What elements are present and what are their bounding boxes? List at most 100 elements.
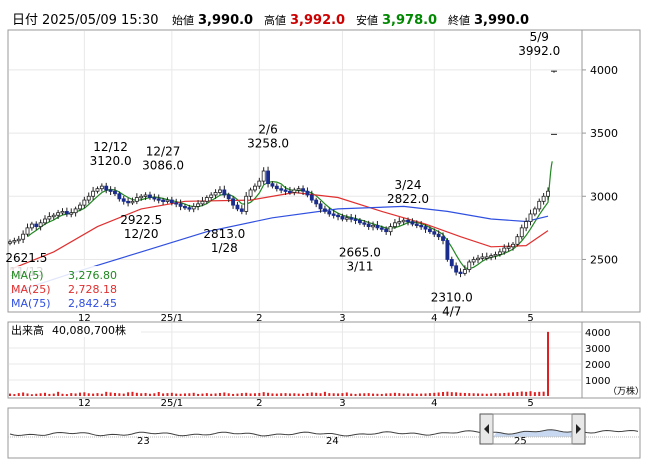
volume-x-tick-label: 25/1 xyxy=(161,398,183,409)
annotation-price: 2310.0 xyxy=(431,290,473,304)
candle-body xyxy=(371,224,375,228)
volume-tick-label: 4000 xyxy=(585,328,610,339)
candle xyxy=(467,259,472,273)
candle-body xyxy=(130,200,135,204)
candle xyxy=(174,198,179,208)
volume-bar xyxy=(140,393,143,396)
candle xyxy=(532,206,537,217)
volume-bar xyxy=(415,393,418,396)
volume-bar xyxy=(332,393,335,396)
candle-body xyxy=(357,219,362,224)
volume-tick-label: 3000 xyxy=(585,344,610,355)
date-label: 日付 xyxy=(12,13,38,28)
candle-body xyxy=(191,205,196,210)
candle-body xyxy=(414,223,419,226)
volume-x-tick-label: 5 xyxy=(527,398,533,409)
candle-body xyxy=(231,198,236,206)
candle-body xyxy=(117,193,122,200)
candle-body xyxy=(165,199,170,202)
volume-bar xyxy=(516,392,519,396)
volume-bar xyxy=(310,392,313,396)
volume-bar xyxy=(26,393,29,396)
candle xyxy=(134,193,139,205)
volume-bar xyxy=(315,392,318,396)
candle-body xyxy=(283,189,288,192)
volume-bar xyxy=(22,392,25,396)
candle-body xyxy=(296,188,301,191)
volume-x-tick-label: 12 xyxy=(78,398,91,409)
volume-bar xyxy=(450,392,453,396)
volume-bar xyxy=(372,393,375,396)
candle-body xyxy=(253,185,257,191)
volume-bar xyxy=(183,393,186,396)
volume-bar xyxy=(293,393,296,396)
volume-bar xyxy=(542,391,545,396)
candle-body xyxy=(349,217,354,220)
candle xyxy=(64,207,69,217)
candlesticks xyxy=(8,70,557,278)
candle xyxy=(528,209,533,226)
candle xyxy=(82,196,87,208)
volume-bar xyxy=(122,393,125,396)
candle-body xyxy=(148,194,152,198)
candle-body xyxy=(222,189,227,196)
volume-bar xyxy=(96,393,99,396)
volume-bar xyxy=(350,393,353,396)
candle-body xyxy=(143,194,148,197)
candle-body xyxy=(91,190,96,197)
volume-bar xyxy=(284,393,287,396)
candle xyxy=(248,187,253,201)
annotation-price: 2822.0 xyxy=(387,192,429,206)
overview-left-handle[interactable] xyxy=(479,413,494,445)
candle xyxy=(388,223,393,236)
volume-bar xyxy=(83,392,86,396)
ma-legend-value: 2,728.18 xyxy=(68,283,117,296)
volume-bar xyxy=(520,391,523,396)
annotation-price: 3120.0 xyxy=(90,154,132,168)
volume-bar xyxy=(74,393,77,396)
candle-body xyxy=(441,236,445,241)
candle-body xyxy=(519,227,524,238)
candle xyxy=(21,230,26,244)
candle xyxy=(95,186,100,194)
candle xyxy=(108,186,113,196)
volume-bar xyxy=(367,393,370,396)
volume-bar xyxy=(148,393,151,396)
candle-body xyxy=(43,218,47,224)
candle xyxy=(86,192,91,204)
volume-bar xyxy=(468,393,471,396)
ma-legend-name: MA(5) xyxy=(11,269,44,282)
volume-bar xyxy=(485,393,488,396)
candle xyxy=(454,262,459,276)
candle-body xyxy=(169,199,174,203)
volume-label: 出来高 xyxy=(11,323,44,337)
volume-bar xyxy=(236,393,239,396)
volume-bar xyxy=(533,392,536,396)
ma25-line xyxy=(9,191,549,271)
candle-body xyxy=(248,189,253,197)
volume-bar xyxy=(306,392,309,396)
volume-bar xyxy=(354,393,357,396)
candle-body xyxy=(21,233,26,240)
overview-year-24: 24 xyxy=(326,436,339,447)
candle-body xyxy=(121,198,126,202)
overview-right-handle[interactable] xyxy=(571,413,586,445)
candle xyxy=(16,235,21,244)
volume-bar xyxy=(376,393,379,396)
candle xyxy=(314,197,319,208)
candle xyxy=(235,201,240,212)
volume-bar xyxy=(481,393,484,396)
close-label: 終値 xyxy=(448,13,470,27)
candle xyxy=(104,182,109,194)
candle-body xyxy=(12,240,17,243)
candle xyxy=(25,223,30,237)
candle-body xyxy=(78,204,82,210)
candle-body xyxy=(301,188,305,192)
candle xyxy=(375,221,380,231)
volume-bar xyxy=(201,393,204,396)
candle-body xyxy=(29,223,34,229)
volume-bar xyxy=(13,394,16,396)
candle xyxy=(47,212,52,222)
candle-body xyxy=(406,219,410,223)
candle-body xyxy=(392,222,397,228)
